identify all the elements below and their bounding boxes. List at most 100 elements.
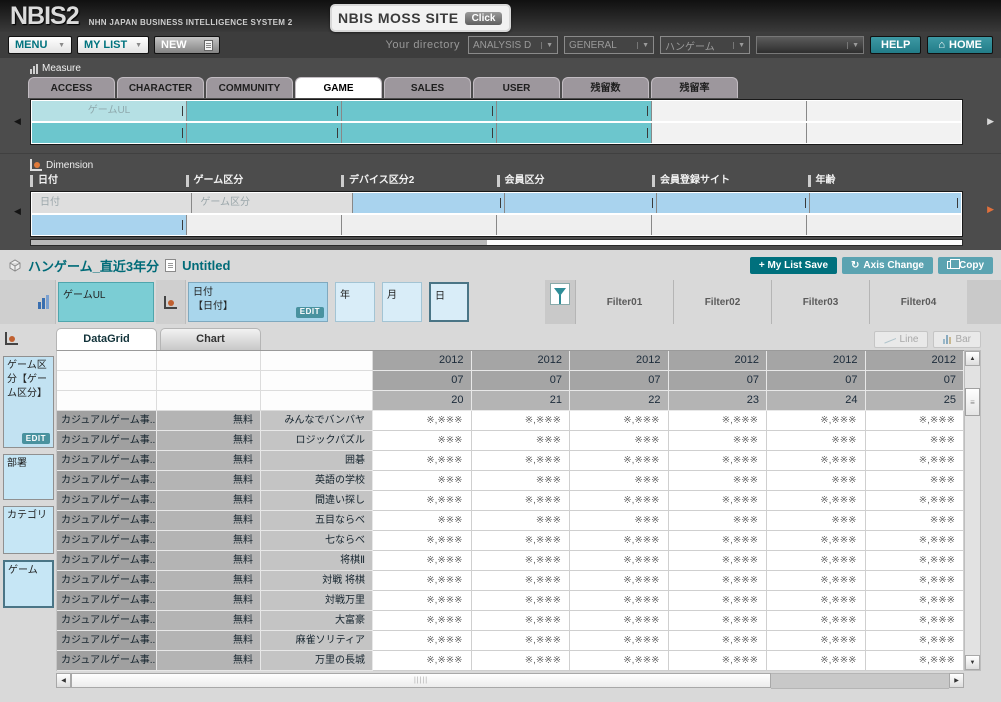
- date-header-cell[interactable]: 07: [373, 371, 472, 391]
- price-label-cell[interactable]: 無料: [157, 571, 261, 591]
- value-cell[interactable]: ※※※: [669, 511, 768, 531]
- value-cell[interactable]: ※,※※※: [767, 551, 866, 571]
- date-header-cell[interactable]: 21: [472, 391, 571, 411]
- value-cell[interactable]: ※,※※※: [570, 631, 669, 651]
- measure-slot-cell[interactable]: [652, 101, 807, 121]
- business-label-cell[interactable]: カジュアルゲーム事...: [57, 611, 157, 631]
- value-cell[interactable]: ※,※※※: [472, 451, 571, 471]
- value-cell[interactable]: ※,※※※: [373, 571, 472, 591]
- horizontal-scrollbar-thumb[interactable]: |||||: [71, 673, 771, 688]
- measure-slot-cell[interactable]: ゲームUL: [32, 101, 187, 121]
- view-tab-datagrid[interactable]: DataGrid: [56, 328, 157, 350]
- price-label-cell[interactable]: 無料: [157, 591, 261, 611]
- value-cell[interactable]: ※※※: [669, 431, 768, 451]
- value-cell[interactable]: ※,※※※: [767, 491, 866, 511]
- measure-tab[interactable]: 残留率: [651, 77, 738, 98]
- date-level-chip-selected[interactable]: 日: [429, 282, 469, 322]
- dimension-slot-cell[interactable]: [810, 193, 961, 213]
- moss-site-banner[interactable]: NBIS MOSS SITE Click: [330, 4, 511, 32]
- moss-site-click-badge[interactable]: Click: [465, 12, 503, 25]
- filter-slot[interactable]: Filter03: [771, 280, 869, 324]
- measure-tab[interactable]: GAME: [295, 77, 382, 98]
- value-cell[interactable]: ※※※: [373, 431, 472, 451]
- date-header-cell[interactable]: 2012: [669, 351, 768, 371]
- value-cell[interactable]: ※,※※※: [472, 551, 571, 571]
- value-cell[interactable]: ※,※※※: [570, 451, 669, 471]
- value-cell[interactable]: ※,※※※: [669, 611, 768, 631]
- directory-select-1[interactable]: ANALYSIS D ▼: [468, 36, 558, 54]
- view-tab-chart[interactable]: Chart: [160, 328, 261, 350]
- business-label-cell[interactable]: カジュアルゲーム事...: [57, 591, 157, 611]
- value-cell[interactable]: ※,※※※: [373, 491, 472, 511]
- value-cell[interactable]: ※,※※※: [669, 491, 768, 511]
- value-cell[interactable]: ※,※※※: [570, 591, 669, 611]
- value-cell[interactable]: ※※※: [767, 511, 866, 531]
- measure-tab[interactable]: SALES: [384, 77, 471, 98]
- date-header-cell[interactable]: 25: [866, 391, 965, 411]
- value-cell[interactable]: ※※※: [866, 471, 965, 491]
- value-cell[interactable]: ※,※※※: [472, 631, 571, 651]
- value-cell[interactable]: ※,※※※: [669, 591, 768, 611]
- scroll-left-button[interactable]: ◀: [56, 673, 71, 688]
- value-cell[interactable]: ※,※※※: [866, 411, 965, 431]
- dimension-scroll-left-icon[interactable]: ◀: [14, 206, 21, 217]
- measure-chip[interactable]: ゲームUL: [58, 282, 154, 322]
- dimension-slot-cell[interactable]: [657, 193, 809, 213]
- date-dimension-chip[interactable]: 日付 【日付】 EDIT: [188, 282, 328, 322]
- dimension-slot-cell[interactable]: ゲーム区分: [192, 193, 352, 213]
- game-label-cell[interactable]: 大富豪: [261, 611, 373, 631]
- horizontal-scrollbar[interactable]: ◀ ||||| ▶: [56, 673, 981, 689]
- date-header-cell[interactable]: 07: [472, 371, 571, 391]
- game-label-cell[interactable]: 麻雀ソリティア: [261, 631, 373, 651]
- vertical-scrollbar[interactable]: ▲ ≡ ▼: [964, 350, 981, 671]
- game-label-cell[interactable]: 将棋Ⅱ: [261, 551, 373, 571]
- directory-select-2[interactable]: GENERAL ▼: [564, 36, 654, 54]
- value-cell[interactable]: ※,※※※: [866, 611, 965, 631]
- value-cell[interactable]: ※,※※※: [767, 651, 866, 671]
- price-label-cell[interactable]: 無料: [157, 551, 261, 571]
- value-cell[interactable]: ※,※※※: [669, 531, 768, 551]
- value-cell[interactable]: ※※※: [373, 511, 472, 531]
- dimension-slot-cell[interactable]: [652, 215, 807, 235]
- value-cell[interactable]: ※,※※※: [570, 491, 669, 511]
- measure-slot-cell[interactable]: [807, 123, 961, 143]
- date-header-cell[interactable]: 07: [767, 371, 866, 391]
- value-cell[interactable]: ※,※※※: [570, 551, 669, 571]
- value-cell[interactable]: ※,※※※: [373, 651, 472, 671]
- measure-tab[interactable]: ACCESS: [28, 77, 115, 98]
- date-header-cell[interactable]: 2012: [373, 351, 472, 371]
- game-label-cell[interactable]: 五目ならべ: [261, 511, 373, 531]
- game-label-cell[interactable]: 囲碁: [261, 451, 373, 471]
- value-cell[interactable]: ※,※※※: [472, 531, 571, 551]
- date-header-cell[interactable]: 2012: [472, 351, 571, 371]
- business-label-cell[interactable]: カジュアルゲーム事...: [57, 531, 157, 551]
- game-label-cell[interactable]: 万里の長城: [261, 651, 373, 671]
- value-cell[interactable]: ※※※: [570, 431, 669, 451]
- measure-scroll-right-icon[interactable]: ▶: [987, 116, 994, 127]
- value-cell[interactable]: ※,※※※: [472, 611, 571, 631]
- value-cell[interactable]: ※,※※※: [472, 571, 571, 591]
- measure-slot-cell[interactable]: [32, 123, 187, 143]
- value-cell[interactable]: ※,※※※: [570, 651, 669, 671]
- price-label-cell[interactable]: 無料: [157, 651, 261, 671]
- game-label-cell[interactable]: みんなでバンバヤ: [261, 411, 373, 431]
- date-header-cell[interactable]: 07: [866, 371, 965, 391]
- price-label-cell[interactable]: 無料: [157, 491, 261, 511]
- value-cell[interactable]: ※※※: [373, 471, 472, 491]
- dimension-scroll-right-icon[interactable]: ▶: [987, 204, 994, 215]
- value-cell[interactable]: ※※※: [866, 511, 965, 531]
- copy-button[interactable]: Copy: [938, 257, 993, 274]
- date-header-cell[interactable]: 24: [767, 391, 866, 411]
- measure-slot-cell[interactable]: [342, 123, 497, 143]
- value-cell[interactable]: ※,※※※: [866, 631, 965, 651]
- business-label-cell[interactable]: カジュアルゲーム事...: [57, 471, 157, 491]
- value-cell[interactable]: ※,※※※: [767, 591, 866, 611]
- business-label-cell[interactable]: カジュアルゲーム事...: [57, 431, 157, 451]
- value-cell[interactable]: ※※※: [570, 511, 669, 531]
- date-header-cell[interactable]: 2012: [570, 351, 669, 371]
- business-label-cell[interactable]: カジュアルゲーム事...: [57, 491, 157, 511]
- scroll-down-button[interactable]: ▼: [965, 655, 980, 670]
- game-label-cell[interactable]: ロジックパズル: [261, 431, 373, 451]
- axis-change-button[interactable]: ↻ Axis Change: [842, 257, 933, 274]
- value-cell[interactable]: ※,※※※: [373, 631, 472, 651]
